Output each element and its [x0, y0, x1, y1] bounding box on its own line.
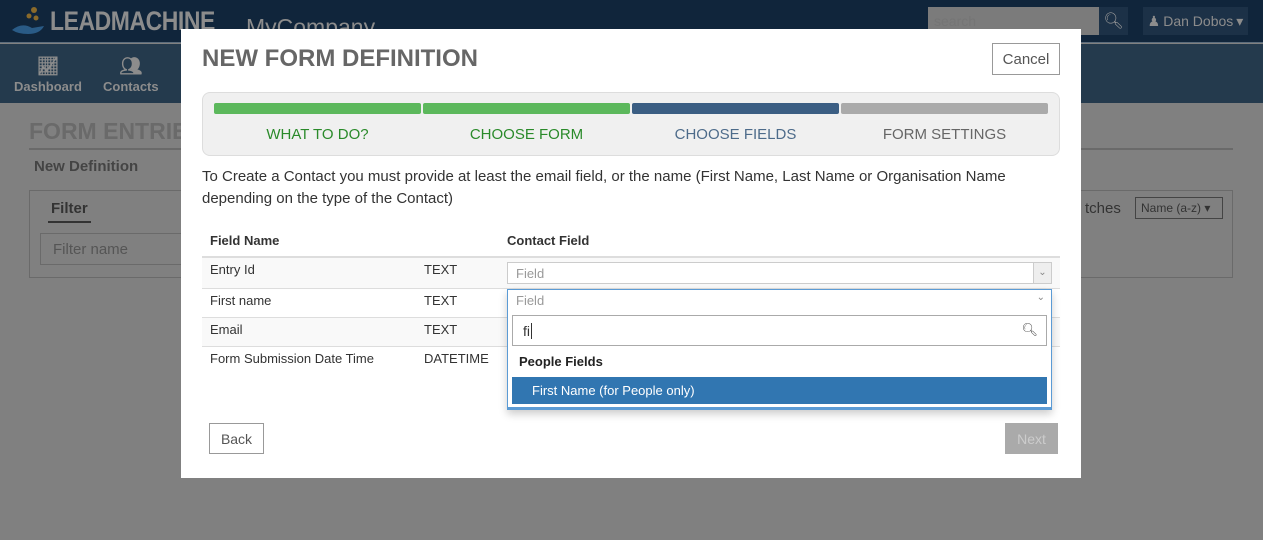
- page-subtitle: New Definition: [34, 158, 139, 175]
- field-name: Email: [202, 317, 416, 347]
- step-bar: [214, 103, 421, 114]
- filter-name-input[interactable]: Filter name: [40, 233, 200, 265]
- step-label: CHOOSE FORM: [469, 126, 584, 143]
- chart-line-icon: 📈︎: [36, 56, 60, 76]
- wizard-steps: WHAT TO DO? CHOOSE FORM CHOOSE FIELDS FO…: [202, 92, 1060, 156]
- chevron-down-icon: ⌄: [1036, 292, 1045, 303]
- option-group-label: People Fields: [519, 354, 603, 369]
- matches-label: tches: [1085, 200, 1121, 217]
- next-button[interactable]: Next: [1005, 423, 1058, 454]
- step-choose-form[interactable]: CHOOSE FORM: [423, 103, 630, 143]
- field-type: DATETIME: [416, 346, 499, 376]
- step-label: CHOOSE FIELDS: [674, 126, 797, 143]
- search-button[interactable]: 🔍︎: [1099, 7, 1128, 35]
- select-placeholder: Field: [516, 293, 545, 308]
- step-form-settings[interactable]: FORM SETTINGS: [841, 103, 1048, 143]
- field-type: TEXT: [416, 288, 499, 318]
- select-placeholder: Field: [516, 266, 545, 281]
- field-name: Entry Id: [202, 256, 416, 289]
- search-icon: 🔍︎: [1021, 322, 1038, 337]
- dropdown-header[interactable]: Field ⌄: [508, 290, 1051, 312]
- instructions: To Create a Contact you must provide at …: [202, 168, 1006, 207]
- field-type: TEXT: [416, 256, 499, 289]
- step-label: FORM SETTINGS: [882, 126, 1007, 143]
- field-type: TEXT: [416, 317, 499, 347]
- user-icon: ♟: [1147, 12, 1161, 29]
- nav-contacts[interactable]: 👥︎ Contacts: [103, 56, 159, 94]
- contact-field-dropdown[interactable]: Field ⌄ fi 🔍︎ People Fields First Name (fo…: [507, 289, 1052, 410]
- users-icon: 👥︎: [119, 56, 143, 76]
- dropdown-search-input[interactable]: fi 🔍︎: [512, 315, 1047, 346]
- header-field-name: Field Name: [202, 225, 416, 258]
- step-choose-fields[interactable]: CHOOSE FIELDS: [632, 103, 839, 143]
- sort-value: Name (a-z): [1141, 201, 1202, 215]
- modal-title: NEW FORM DEFINITION: [202, 45, 478, 72]
- step-what-to-do[interactable]: WHAT TO DO?: [214, 103, 421, 143]
- filter-tab[interactable]: Filter: [48, 200, 91, 223]
- contact-field-select[interactable]: Field ⌄: [507, 262, 1052, 284]
- new-form-definition-modal: NEW FORM DEFINITION Cancel WHAT TO DO? C…: [181, 29, 1081, 478]
- header-type: [416, 225, 499, 258]
- user-menu[interactable]: ♟ Dan Dobos ▾: [1143, 7, 1248, 35]
- step-bar: [423, 103, 630, 114]
- step-bar: [632, 103, 839, 114]
- step-bar: [841, 103, 1048, 114]
- caret-down-icon: ▾: [1236, 12, 1244, 29]
- table-row: Entry Id TEXT Field ⌄: [202, 256, 1060, 289]
- sort-select[interactable]: Name (a-z) ▾: [1135, 197, 1223, 219]
- header-contact-field: Contact Field: [499, 225, 1060, 258]
- field-name: First name: [202, 288, 416, 318]
- nav-label: Dashboard: [14, 79, 82, 94]
- nav-label: Contacts: [103, 79, 159, 94]
- search-value: fi: [523, 323, 530, 339]
- step-label: WHAT TO DO?: [266, 126, 369, 143]
- search-icon: 🔍︎: [1103, 13, 1124, 30]
- field-name: Form Submission Date Time: [202, 346, 416, 376]
- nav-dashboard[interactable]: 📈︎ Dashboard: [14, 56, 82, 94]
- logo-icon: [12, 7, 44, 34]
- cancel-button[interactable]: Cancel: [992, 43, 1060, 75]
- option-first-name[interactable]: First Name (for People only): [512, 377, 1047, 404]
- chevron-down-icon: ⌄: [1033, 263, 1051, 283]
- user-name: Dan Dobos: [1163, 13, 1234, 29]
- back-button[interactable]: Back: [209, 423, 264, 454]
